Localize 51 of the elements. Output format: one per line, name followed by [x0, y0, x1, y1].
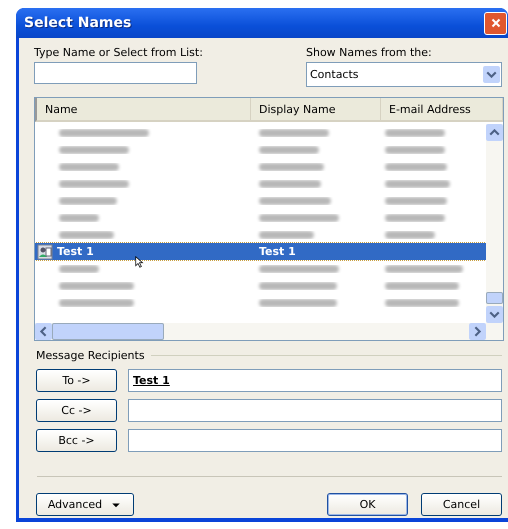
- blurred-text: [59, 196, 117, 204]
- blurred-text: [59, 180, 129, 188]
- field-label: Show Names from the:: [306, 46, 433, 59]
- scroll-up-icon[interactable]: [486, 124, 503, 141]
- cancel-button[interactable]: Cancel: [421, 493, 502, 516]
- list-row[interactable]: Test 1 Test 1: [35, 243, 486, 260]
- horizontal-scrollbar[interactable]: [35, 323, 503, 340]
- close-button[interactable]: [484, 12, 507, 34]
- blurred-text: [59, 162, 119, 170]
- section-title: Message Recipients: [36, 349, 145, 362]
- column-header[interactable]: Display Name: [251, 98, 381, 120]
- scroll-thumb[interactable]: [52, 323, 164, 340]
- recipient-field[interactable]: Test 1: [128, 369, 502, 392]
- blurred-text: [259, 180, 321, 188]
- recipient-field[interactable]: [128, 399, 502, 422]
- blurred-text: [59, 230, 114, 238]
- blurred-text: [259, 128, 329, 136]
- blurred-text: [385, 146, 445, 154]
- blurred-text: [259, 162, 324, 170]
- recipient-button[interactable]: To ->: [36, 369, 117, 392]
- recipient-button[interactable]: Bcc ->: [36, 429, 117, 452]
- blurred-text: [385, 162, 447, 170]
- address-book-dropdown[interactable]: Contacts: [306, 62, 502, 87]
- column-header[interactable]: E-mail Address: [381, 98, 503, 120]
- contact-card-icon: [37, 244, 53, 260]
- column-header[interactable]: Name: [37, 98, 251, 120]
- blurred-text: [385, 196, 447, 204]
- blurred-text: [385, 214, 445, 222]
- display-name: Test 1: [259, 245, 296, 258]
- blurred-text: [385, 180, 450, 188]
- blurred-text: [59, 264, 99, 272]
- scroll-right-icon[interactable]: [469, 323, 486, 340]
- recipient-button[interactable]: Cc ->: [36, 399, 117, 422]
- search-field[interactable]: [34, 62, 197, 84]
- blurred-text: [259, 196, 331, 204]
- scroll-left-icon[interactable]: [35, 323, 52, 340]
- blurred-text: [385, 128, 445, 136]
- ok-button[interactable]: OK: [327, 493, 408, 516]
- blurred-text: [59, 214, 99, 222]
- scroll-down-icon[interactable]: [486, 306, 503, 323]
- blurred-text: [259, 230, 314, 238]
- contact-name: Test 1: [57, 245, 94, 258]
- field-label: Type Name or Select from List:: [34, 46, 203, 59]
- blurred-text: [385, 230, 435, 238]
- scroll-thumb[interactable]: [486, 292, 503, 304]
- recipient-field[interactable]: [128, 429, 502, 452]
- blurred-text: [59, 146, 129, 154]
- advanced-button[interactable]: Advanced: [36, 493, 134, 516]
- vertical-scrollbar[interactable]: [486, 124, 503, 323]
- blurred-text: [259, 146, 319, 154]
- window-title: Select Names: [24, 15, 132, 31]
